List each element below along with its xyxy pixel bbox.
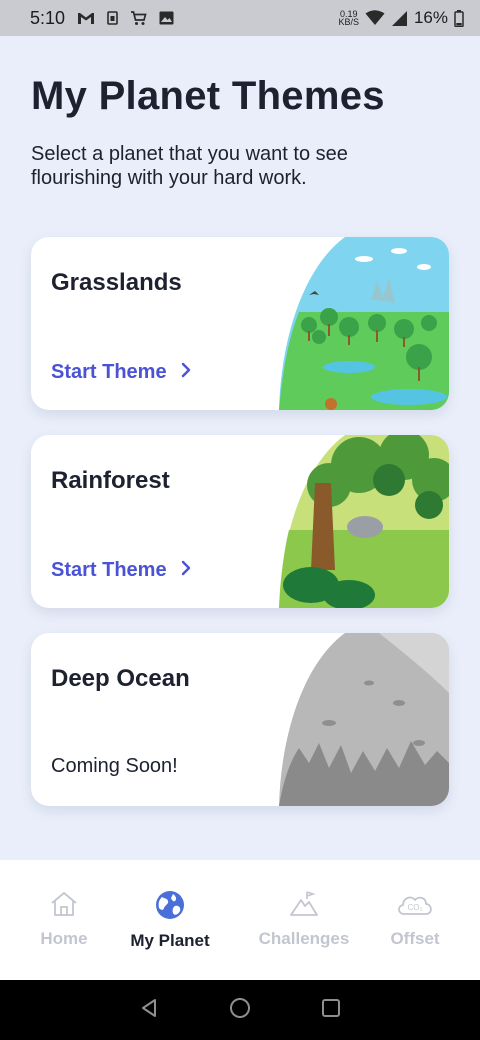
home-circle-icon[interactable]	[229, 997, 251, 1024]
theme-title: Rainforest	[51, 467, 170, 494]
coming-soon-label: Coming Soon!	[51, 755, 178, 777]
start-theme-label: Start Theme	[51, 559, 167, 581]
page-title: My Planet Themes	[31, 74, 385, 118]
nav-label: Offset	[390, 929, 440, 948]
co2-cloud-icon: CO₂	[395, 890, 435, 923]
globe-icon	[155, 890, 185, 925]
sim-icon	[107, 11, 118, 25]
start-theme-button[interactable]: Start Theme	[51, 559, 191, 582]
nav-item-home[interactable]: Home	[20, 860, 108, 980]
start-theme-button[interactable]: Start Theme	[51, 361, 191, 384]
theme-card-deep-ocean[interactable]: Deep Ocean Coming Soon!	[31, 633, 449, 806]
battery-icon	[454, 9, 464, 27]
theme-title: Grasslands	[51, 269, 182, 296]
back-icon[interactable]	[139, 998, 159, 1023]
nav-label: Home	[40, 929, 88, 948]
system-navigation-bar	[0, 980, 480, 1040]
signal-icon	[391, 10, 408, 27]
cart-icon	[130, 10, 147, 26]
net-speed: 0.19 KB/S	[338, 10, 359, 27]
theme-card-grasslands[interactable]: Grasslands Start Theme	[31, 237, 449, 410]
net-speed-unit: KB/S	[338, 17, 359, 27]
image-icon	[159, 11, 174, 25]
chevron-right-icon	[181, 559, 191, 582]
mountain-icon	[289, 890, 319, 923]
nav-item-my-planet[interactable]: My Planet	[118, 860, 222, 980]
bottom-navigation: Home My Planet Challenges CO₂ Offset	[0, 860, 480, 980]
nav-item-offset[interactable]: CO₂ Offset	[374, 860, 456, 980]
page-subtitle: Select a planet that you want to see flo…	[31, 143, 348, 189]
nav-label: My Planet	[130, 931, 210, 950]
home-icon	[49, 890, 79, 923]
svg-text:CO₂: CO₂	[407, 903, 422, 912]
theme-title: Deep Ocean	[51, 665, 190, 692]
grasslands-illustration	[279, 237, 449, 410]
chevron-right-icon	[181, 361, 191, 384]
status-time: 5:10	[30, 7, 66, 28]
wifi-icon	[365, 10, 385, 26]
nav-label: Challenges	[258, 929, 350, 948]
nav-item-challenges[interactable]: Challenges	[248, 860, 360, 980]
recents-icon[interactable]	[321, 998, 341, 1023]
start-theme-label: Start Theme	[51, 361, 167, 383]
gmail-icon	[77, 11, 95, 25]
status-bar: 5:10 0.19 KB/S 16%	[0, 0, 480, 36]
rainforest-illustration	[279, 435, 449, 608]
deep-ocean-illustration	[279, 633, 449, 806]
battery-percentage: 16%	[413, 8, 448, 27]
theme-card-rainforest[interactable]: Rainforest Start Theme	[31, 435, 449, 608]
